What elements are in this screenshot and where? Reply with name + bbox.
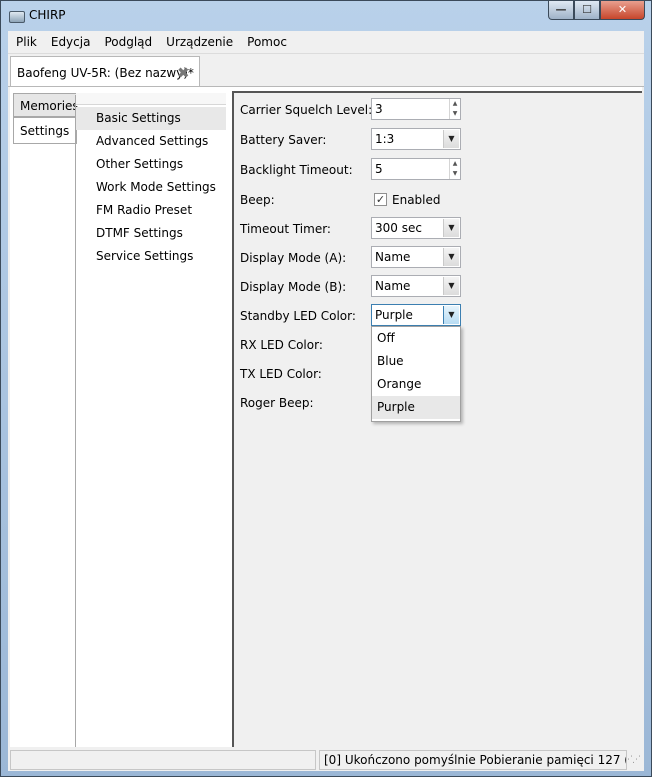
chevron-down-icon[interactable]: ▼ [443, 248, 459, 266]
resize-grip-icon[interactable]: ⋰⋰ [624, 755, 641, 765]
beep-label: Beep: [240, 193, 275, 207]
standby-led-value: Purple [375, 308, 413, 322]
beep-checkbox-label[interactable]: Enabled [392, 193, 441, 207]
display-mode-a-select[interactable]: Name ▼ [371, 246, 461, 268]
carrier-squelch-label: Carrier Squelch Level: [240, 103, 373, 117]
spin-down-icon[interactable]: ▼ [450, 169, 460, 179]
tree-item-service-settings[interactable]: Service Settings [76, 245, 226, 268]
tab-memories[interactable]: Memories [13, 93, 79, 117]
timeout-timer-select[interactable]: 300 sec ▼ [371, 217, 461, 239]
chirp-app-icon [9, 11, 25, 23]
chevron-down-icon[interactable]: ▼ [443, 130, 459, 148]
spin-down-icon[interactable]: ▼ [450, 109, 460, 119]
window-controls: — ☐ ✕ [548, 1, 645, 20]
display-mode-b-select[interactable]: Name ▼ [371, 275, 461, 297]
settings-tree: Basic Settings Advanced Settings Other S… [76, 93, 232, 747]
client-area: Plik Edycja Podgląd Urządzenie Pomoc Bao… [8, 31, 644, 771]
dropdown-option-off[interactable]: Off [372, 327, 460, 350]
minimize-button[interactable]: — [548, 1, 574, 20]
tree-header [76, 93, 226, 105]
standby-led-label: Standby LED Color: [240, 309, 356, 323]
dropdown-option-orange[interactable]: Orange [372, 373, 460, 396]
tab-settings[interactable]: Settings [13, 117, 77, 144]
status-section-empty [10, 750, 316, 770]
status-message: [0] Ukończono pomyślnie Pobieranie pamię… [319, 750, 627, 770]
dropdown-option-blue[interactable]: Blue [372, 350, 460, 373]
file-tab[interactable]: Baofeng UV-5R: (Bez nazwy)* ✖ [10, 56, 200, 87]
battery-saver-label: Battery Saver: [240, 133, 327, 147]
dropdown-option-purple[interactable]: Purple [372, 396, 460, 419]
display-mode-a-value: Name [375, 250, 411, 264]
roger-beep-label: Roger Beep: [240, 396, 314, 410]
backlight-timeout-stepper[interactable]: ▲ ▼ [449, 159, 460, 179]
rx-led-label: RX LED Color: [240, 338, 323, 352]
settings-panel: Carrier Squelch Level: 3 ▲ ▼ Battery Sav… [234, 91, 642, 747]
backlight-timeout-label: Backlight Timeout: [240, 163, 353, 177]
carrier-squelch-value: 3 [375, 102, 383, 116]
standby-led-dropdown: Off Blue Orange Purple [371, 326, 461, 422]
display-mode-a-label: Display Mode (A): [240, 251, 347, 265]
backlight-timeout-value: 5 [375, 162, 383, 176]
chevron-down-icon[interactable]: ▼ [443, 277, 459, 295]
tree-item-basic-settings[interactable]: Basic Settings [76, 107, 226, 130]
menu-file[interactable]: Plik [8, 31, 44, 53]
tree-item-dtmf-settings[interactable]: DTMF Settings [76, 222, 226, 245]
maximize-button[interactable]: ☐ [574, 1, 600, 20]
display-mode-b-value: Name [375, 279, 411, 293]
display-mode-b-label: Display Mode (B): [240, 280, 347, 294]
menu-radio[interactable]: Urządzenie [159, 31, 240, 53]
spin-up-icon[interactable]: ▲ [450, 99, 460, 109]
chirp-window: CHIRP — ☐ ✕ Plik Edycja Podgląd Urządzen… [0, 0, 652, 777]
status-bar: [0] Ukończono pomyślnie Pobieranie pamię… [10, 749, 642, 771]
window-title: CHIRP [29, 8, 66, 22]
radio-editor: Memories Settings Basic Settings Advance… [10, 87, 642, 747]
carrier-squelch-stepper[interactable]: ▲ ▼ [449, 99, 460, 119]
menu-help[interactable]: Pomoc [240, 31, 294, 53]
tree-item-work-mode-settings[interactable]: Work Mode Settings [76, 176, 226, 199]
title-bar: CHIRP — ☐ ✕ [1, 1, 651, 31]
close-window-button[interactable]: ✕ [600, 1, 645, 20]
timeout-timer-label: Timeout Timer: [240, 222, 331, 236]
standby-led-select[interactable]: Purple ▼ [371, 304, 461, 326]
tree-item-fm-radio-preset[interactable]: FM Radio Preset [76, 199, 226, 222]
backlight-timeout-spinner[interactable]: 5 ▲ ▼ [371, 158, 461, 180]
chevron-down-icon[interactable]: ▼ [443, 306, 459, 324]
chevron-down-icon[interactable]: ▼ [443, 219, 459, 237]
battery-saver-select[interactable]: 1:3 ▼ [371, 128, 461, 150]
timeout-timer-value: 300 sec [375, 221, 422, 235]
beep-checkbox[interactable]: ✓ [374, 193, 387, 206]
close-tab-icon[interactable]: ✖ [177, 64, 190, 82]
battery-saver-value: 1:3 [375, 132, 395, 146]
menu-view[interactable]: Podgląd [97, 31, 159, 53]
carrier-squelch-spinner[interactable]: 3 ▲ ▼ [371, 98, 461, 120]
menu-bar: Plik Edycja Podgląd Urządzenie Pomoc [8, 31, 644, 54]
tree-item-other-settings[interactable]: Other Settings [76, 153, 226, 176]
file-tab-label: Baofeng UV-5R: (Bez nazwy)* [17, 66, 194, 80]
menu-edit[interactable]: Edycja [44, 31, 98, 53]
tx-led-label: TX LED Color: [240, 367, 322, 381]
spin-up-icon[interactable]: ▲ [450, 159, 460, 169]
tree-item-advanced-settings[interactable]: Advanced Settings [76, 130, 226, 153]
